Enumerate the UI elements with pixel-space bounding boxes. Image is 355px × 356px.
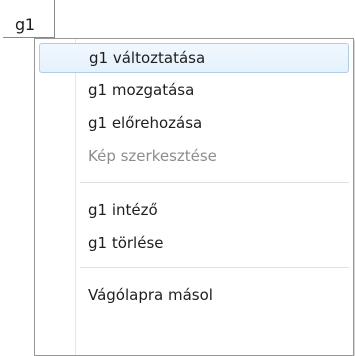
menu-item-label: g1 intéző [88,201,158,219]
object-name-label: g1 [15,15,35,34]
menu-item-delete-object[interactable]: g1 törlése [39,229,349,259]
menu-item-copy-to-clipboard[interactable]: Vágólapra másol [39,281,349,311]
menu-item-bring-forward[interactable]: g1 előrehozása [39,109,349,139]
object-label-tab[interactable]: g1 [3,0,55,38]
menu-item-object-explorer[interactable]: g1 intéző [39,196,349,226]
menu-item-change-object[interactable]: g1 változtatása [39,43,349,73]
menu-item-edit-image: Kép szerkesztése [39,142,349,172]
menu-item-label: Vágólapra másol [88,286,213,304]
menu-separator [80,267,349,268]
menu-separator [80,182,349,183]
menu-item-move-object[interactable]: g1 mozgatása [39,76,349,106]
menu-item-label: Kép szerkesztése [88,147,217,165]
menu-item-label: g1 előrehozása [88,114,203,132]
menu-item-label: g1 törlése [88,234,164,252]
context-menu: g1 változtatása g1 mozgatása g1 előrehoz… [34,38,354,356]
menu-item-label: g1 változtatása [89,49,206,67]
menu-item-label: g1 mozgatása [88,81,195,99]
